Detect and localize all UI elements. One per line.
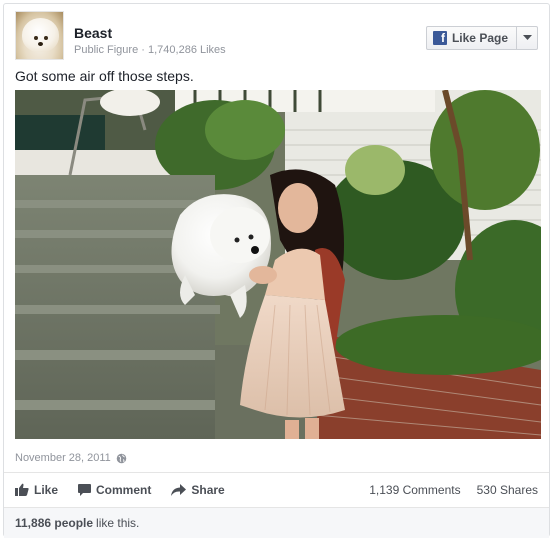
like-button-label: Like [34,482,59,497]
page-name-link[interactable]: Beast [74,25,112,41]
avatar-nose [38,42,43,46]
comment-button-label: Comment [96,482,152,497]
action-bar: Like Comment Share 1,139 Comments 530 Sh… [4,472,549,506]
facebook-f-icon: f [432,31,447,45]
shares-count-link[interactable]: 530 Shares [477,483,538,497]
avatar-eye [44,36,48,40]
avatar-dog-fur [22,18,59,52]
like-page-dropdown[interactable] [517,27,537,49]
timestamp-link[interactable]: November 28, 2011 [15,452,111,464]
page-meta: Public Figure · 1,740,286 Likes [74,44,226,56]
comments-count-link[interactable]: 1,139 Comments [369,483,460,497]
likes-suffix: like this. [96,516,140,530]
likes-summary: 11,886 people like this. [4,507,549,538]
likes-count-link[interactable]: 11,886 people [15,516,93,530]
page-category[interactable]: Public Figure [74,44,138,56]
avatar-eye [34,36,38,40]
post-card: Beast Public Figure · 1,740,286 Likes f … [3,3,550,538]
share-button[interactable]: Share [171,482,225,497]
speech-bubble-icon [78,483,92,496]
chevron-down-icon [522,35,532,40]
share-arrow-icon [171,483,187,496]
engagement-counts: 1,139 Comments 530 Shares [369,483,538,497]
like-page-button-group: f Like Page [425,26,538,50]
share-button-label: Share [191,482,225,497]
post-photo[interactable] [15,90,541,439]
page-avatar[interactable] [15,11,64,60]
post-caption: Got some air off those steps. [15,68,194,84]
post-header: Beast Public Figure · 1,740,286 Likes f … [15,11,538,61]
like-page-button[interactable]: f Like Page [427,27,517,49]
post-timestamp: November 28, 2011 [15,452,127,464]
like-button[interactable]: Like [15,483,58,497]
like-page-label: Like Page [451,31,508,45]
page-likes-count: 1,740,286 Likes [148,44,226,56]
photo-illustration [15,90,541,439]
thumbs-up-icon [15,483,29,496]
meta-separator: · [141,44,148,56]
globe-icon [116,453,127,463]
comment-button[interactable]: Comment [78,483,151,497]
